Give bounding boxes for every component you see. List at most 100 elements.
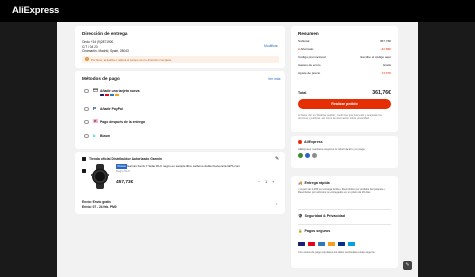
summary-label: Código promocional: [298, 55, 326, 59]
address-line-2: C/T / 04 23: [82, 44, 98, 49]
shipping-method: Envío: Envío gratis: [82, 200, 111, 204]
summary-row-adjustment: Ajuste de precio -73,97€: [298, 71, 391, 76]
store-name[interactable]: Tienda oficial Distribuidor Autorizado G…: [89, 157, 162, 161]
security-privacy-title[interactable]: 🛡 Seguridad & Privacidad: [298, 214, 345, 218]
mastercard-icon: [308, 242, 315, 246]
quantity-stepper[interactable]: − 1 +: [258, 180, 274, 184]
warning-icon: !: [85, 57, 89, 62]
payment-option-label: Añadir PayPal: [100, 106, 123, 111]
address-warning-text: Por favor, actualiza o rellena el campo …: [91, 58, 172, 62]
summary-row-shipping: Gastos de envío Gratis: [298, 63, 391, 68]
quantity-value: 1: [265, 180, 268, 184]
right-backdrop: [418, 22, 475, 277]
summary-title: Resumen: [298, 31, 319, 36]
shield-icon: 🛡: [298, 214, 303, 218]
address-line-1: Ondo +34 (9)2871900: [82, 40, 114, 44]
payment-option-label: Añadir una tarjeta nueva: [100, 88, 140, 93]
payment-option-new-card[interactable]: Añadir una tarjeta nueva: [84, 88, 274, 97]
summary-value: -73,97€: [380, 71, 392, 75]
product-variant: Negro DLC: [116, 169, 130, 173]
chevron-right-icon[interactable]: ›: [276, 201, 277, 206]
klarna-icon: K: [93, 119, 98, 124]
edit-icon[interactable]: ✎: [275, 156, 279, 162]
lock-icon: 🔒: [298, 229, 303, 233]
paypal-icon: P: [93, 106, 97, 111]
summary-label-text: Ahorrado: [300, 47, 314, 51]
summary-row-saved[interactable]: ● Ahorrado -32,65€: [298, 47, 391, 52]
aliexpress-info-card: AliExpress AliExpress mantiene seguros t…: [291, 136, 398, 168]
secure-payments-label: Pagos seguros: [304, 229, 331, 233]
divider: [298, 209, 391, 210]
visa-icon: [100, 93, 104, 97]
secure-payments-text: Con socios de pago populares tus datos p…: [298, 251, 376, 254]
payment-methods-card: Métodos de pago Ver más Añadir una tarje…: [75, 71, 285, 149]
fast-delivery-text: • Cupón de 2,00€ por entrega tardía • Re…: [298, 188, 386, 195]
delivery-estimate: Envío: 07 - 24 feb. PM0: [82, 204, 117, 209]
summary-label: ● Ahorrado: [298, 47, 313, 51]
summary-label: Subtotal: [298, 39, 310, 43]
place-order-button[interactable]: Realizar pedido: [298, 99, 391, 109]
payment-radio[interactable]: [84, 88, 89, 93]
payment-radio[interactable]: [84, 106, 89, 111]
payment-logos: [298, 242, 355, 246]
see-all-payment-link[interactable]: Ver más: [268, 77, 280, 81]
verified-icon: [298, 153, 303, 158]
security-privacy-label: Seguridad & Privacidad: [304, 214, 345, 218]
guarantees-card: 🚚 Entrega rápida • Cupón de 2,00€ por en…: [291, 176, 398, 268]
shipping-address-card: Dirección de entrega Ondo +34 (9)2871900…: [75, 26, 285, 68]
maestro-icon: [328, 242, 335, 246]
feedback-edit-button[interactable]: ✎: [403, 261, 412, 270]
fast-delivery-label: Entrega rápida: [304, 181, 330, 185]
payment-radio[interactable]: [84, 119, 89, 124]
left-backdrop: [0, 22, 57, 277]
payment-title: Métodos de pago: [82, 76, 120, 81]
summary-label: Gastos de envío: [298, 63, 321, 67]
payment-option-paypal[interactable]: P Añadir PayPal: [84, 106, 274, 114]
security-description: AliExpress mantiene seguros tu informaci…: [298, 147, 365, 151]
summary-row-subtotal: Subtotal 457,73€: [298, 39, 391, 44]
store-checkbox[interactable]: [82, 157, 86, 161]
paypal-icon: [338, 242, 345, 246]
modify-address-link[interactable]: Modificar: [264, 44, 278, 48]
secure-payments-title: 🔒 Pagos seguros: [298, 229, 330, 233]
divider: [298, 224, 391, 225]
address-line-3: Chamartin, Madrid, Spain, 28043: [82, 49, 129, 53]
promo-code-link[interactable]: Escribe el código aquí: [361, 55, 391, 59]
summary-value: 457,73€: [379, 39, 391, 43]
payment-option-bizum[interactable]: b Bizum: [84, 133, 274, 141]
payment-option-label: Pago después de la entrega: [100, 119, 145, 124]
product-price: 457,73€: [116, 180, 134, 185]
aliexpress-icon: [298, 140, 302, 144]
trust-badges: [298, 153, 317, 158]
payment-radio[interactable]: [84, 133, 89, 138]
item-checkbox[interactable]: [82, 169, 86, 173]
summary-row-promo[interactable]: Código promocional Escribe el código aqu…: [298, 55, 391, 60]
aliexpress-logo[interactable]: AliExpress: [12, 5, 59, 16]
increase-button[interactable]: +: [272, 180, 274, 184]
lock-icon: [312, 153, 317, 158]
store-items-card: Tienda oficial Distribuidor Autorizado G…: [75, 152, 285, 214]
amex-icon: [110, 93, 114, 97]
order-summary-card: Resumen Subtotal 457,73€ ● Ahorrado -32,…: [291, 26, 398, 132]
brand-text: AliExpress: [304, 140, 323, 144]
card-brand-logos: [100, 93, 119, 97]
fast-delivery-title[interactable]: 🚚 Entrega rápida: [298, 181, 330, 185]
payment-option-pay-later[interactable]: K Pago después de la entrega: [84, 119, 274, 127]
address-warning-banner: ! Por favor, actualiza o rellena el camp…: [82, 56, 279, 63]
shield-icon: [305, 153, 310, 158]
amex-icon: [318, 242, 325, 246]
payment-option-label: Bizum: [100, 133, 111, 138]
card-icon: [93, 88, 98, 93]
product-name[interactable]: Garmin Fenix 7 Solar DLC negro en sample…: [127, 164, 240, 168]
truck-icon: 🚚: [298, 181, 303, 185]
decrease-button[interactable]: −: [258, 180, 260, 184]
top-bar: AliExpress: [0, 0, 475, 22]
total-label: Total: [298, 91, 307, 95]
mastercard-icon: [105, 93, 109, 97]
summary-label: Ajuste de precio: [298, 71, 321, 75]
maestro-icon: [115, 93, 119, 97]
product-image[interactable]: [89, 164, 111, 189]
visa-icon: [298, 242, 305, 246]
bizum-icon: b: [93, 133, 96, 138]
bank-icon: [348, 242, 355, 246]
